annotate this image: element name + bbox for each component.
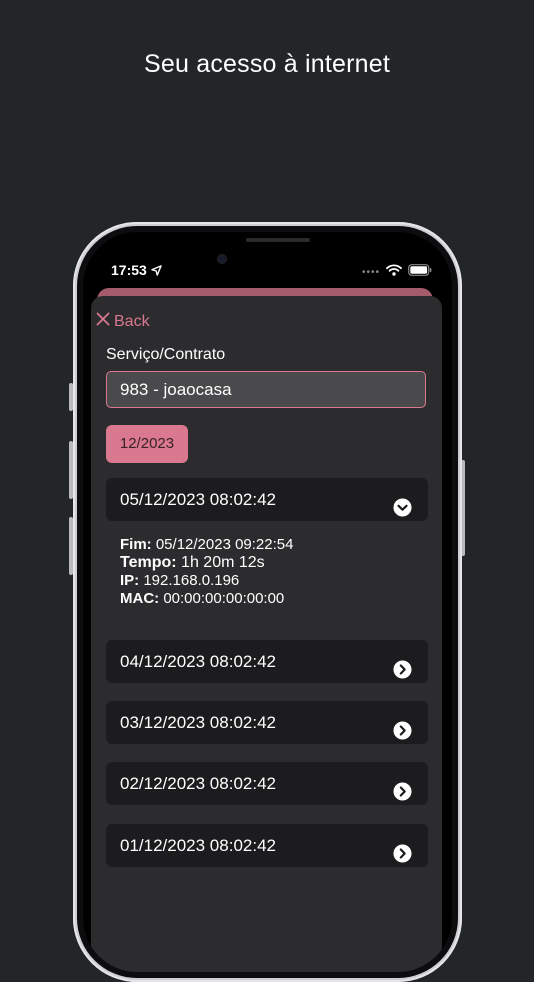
session-item[interactable]: 01/12/2023 08:02:42	[106, 824, 428, 867]
status-time: 17:53	[111, 262, 162, 279]
back-button[interactable]: Back	[96, 312, 150, 331]
access-history-sheet: Back Serviço/Contrato 983 - joaocasa 12/…	[91, 296, 442, 972]
service-contract-select[interactable]: 983 - joaocasa	[106, 371, 426, 408]
chevron-right-icon	[393, 774, 412, 801]
chevron-right-icon	[393, 836, 412, 863]
detail-duration: Tempo: 1h 20m 12s	[120, 554, 293, 572]
session-item[interactable]: 02/12/2023 08:02:42	[106, 762, 428, 805]
marketing-headline: Seu acesso à internet	[143, 50, 391, 78]
detail-duration-value: 1h 20m 12s	[181, 554, 265, 571]
session-start-time: 03/12/2023 08:02:42	[120, 713, 276, 732]
session-item[interactable]: 04/12/2023 08:02:42	[106, 640, 428, 683]
detail-end: Fim: 05/12/2023 09:22:54	[120, 536, 293, 554]
chevron-down-icon	[393, 490, 412, 517]
detail-mac-value: 00:00:00:00:00:00	[163, 590, 285, 607]
status-time-text: 17:53	[111, 262, 147, 278]
session-start-time: 05/12/2023 08:02:42	[120, 490, 276, 509]
detail-end-value: 05/12/2023 09:22:54	[155, 536, 294, 553]
wifi-icon	[386, 263, 402, 281]
detail-mac-label: MAC:	[120, 590, 160, 607]
back-label: Back	[114, 312, 150, 330]
chevron-right-icon	[393, 652, 412, 679]
phone-screen: 17:53 •••• Back Serviço/Contrato 983 - j…	[83, 232, 452, 972]
service-contract-label: Serviço/Contrato	[106, 346, 226, 363]
signal-dots-icon: ••••	[361, 266, 380, 278]
detail-ip-value: 192.168.0.196	[143, 572, 240, 589]
detail-end-label: Fim:	[120, 536, 152, 553]
location-arrow-icon	[151, 263, 162, 279]
session-item[interactable]: 03/12/2023 08:02:42	[106, 701, 428, 744]
session-item-expanded[interactable]: 05/12/2023 08:02:42	[106, 478, 428, 521]
month-filter-chip[interactable]: 12/2023	[106, 425, 188, 463]
close-x-icon	[96, 312, 110, 331]
detail-mac: MAC: 00:00:00:00:00:00	[120, 590, 293, 608]
detail-ip: IP: 192.168.0.196	[120, 572, 293, 590]
chevron-right-icon	[393, 713, 412, 740]
front-camera	[218, 255, 226, 263]
detail-ip-label: IP:	[120, 572, 140, 589]
session-start-time: 02/12/2023 08:02:42	[120, 774, 276, 793]
phone-frame: 17:53 •••• Back Serviço/Contrato 983 - j…	[73, 222, 462, 982]
session-start-time: 01/12/2023 08:02:42	[120, 836, 276, 855]
speaker-grille	[246, 238, 310, 242]
session-details: Fim: 05/12/2023 09:22:54 Tempo: 1h 20m 1…	[120, 536, 293, 608]
battery-icon	[408, 263, 432, 281]
status-indicators: ••••	[362, 263, 432, 281]
session-start-time: 04/12/2023 08:02:42	[120, 652, 276, 671]
detail-duration-label: Tempo:	[120, 554, 177, 571]
